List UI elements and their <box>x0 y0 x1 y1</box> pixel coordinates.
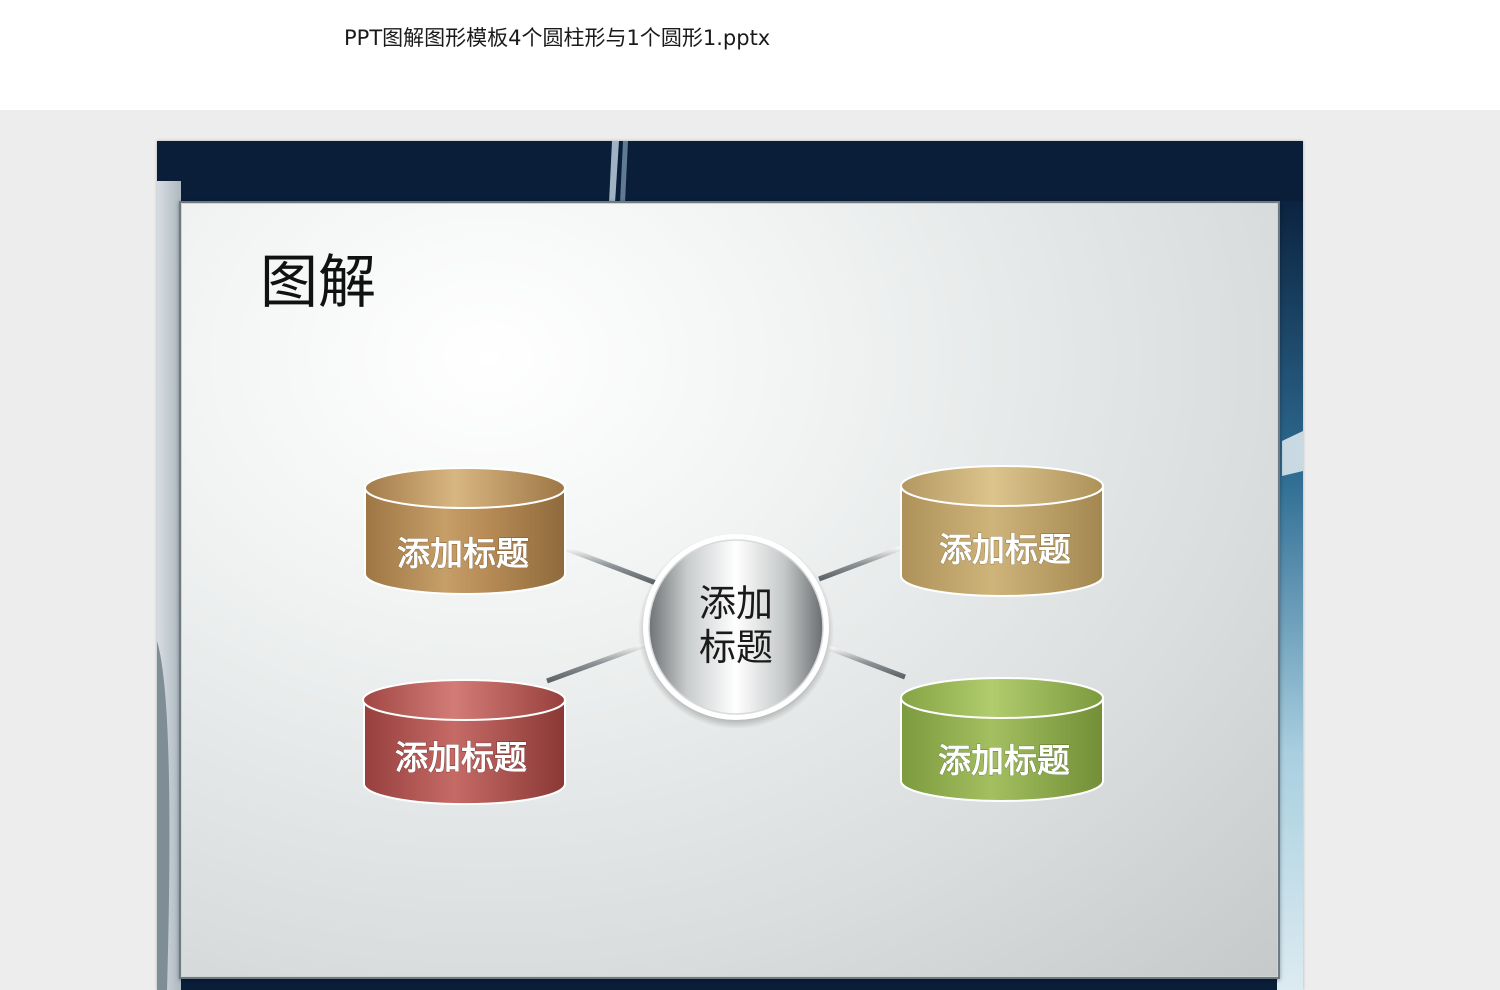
hub-label-line1: 添加 <box>699 582 773 625</box>
connector-bottom-right <box>828 645 906 680</box>
hub-diagram: 添加标题 添加标题 添加标题 添加标题 添加 标题 <box>362 465 1104 806</box>
connector-top-left <box>566 546 657 586</box>
cylinder-bottom-left-label: 添加标题 <box>395 738 527 777</box>
slide: 图解 添加标题 添加标题 添加标题 添加标题 添加 标题 <box>157 141 1303 990</box>
connector-bottom-left <box>546 642 646 684</box>
connector-top-right <box>818 545 902 582</box>
cylinder-bottom-right-label: 添加标题 <box>938 741 1070 780</box>
hub-label-line2: 标题 <box>699 626 773 669</box>
content-panel: 图解 添加标题 添加标题 添加标题 添加标题 添加 标题 <box>179 201 1280 979</box>
cylinder-bottom-right[interactable]: 添加标题 <box>900 677 1104 802</box>
cylinder-top-right-label: 添加标题 <box>939 530 1071 569</box>
cylinder-top-left[interactable]: 添加标题 <box>364 467 566 595</box>
file-header: PPT图解图形模板4个圆柱形与1个圆形1.pptx <box>0 0 1500 110</box>
cylinder-bottom-left[interactable]: 添加标题 <box>362 679 566 806</box>
cylinder-top-right[interactable]: 添加标题 <box>900 465 1104 597</box>
file-title: PPT图解图形模板4个圆柱形与1个圆形1.pptx <box>344 26 771 50</box>
hub-circle[interactable]: 添加 标题 <box>638 533 834 729</box>
cylinder-top-left-label: 添加标题 <box>397 534 529 573</box>
